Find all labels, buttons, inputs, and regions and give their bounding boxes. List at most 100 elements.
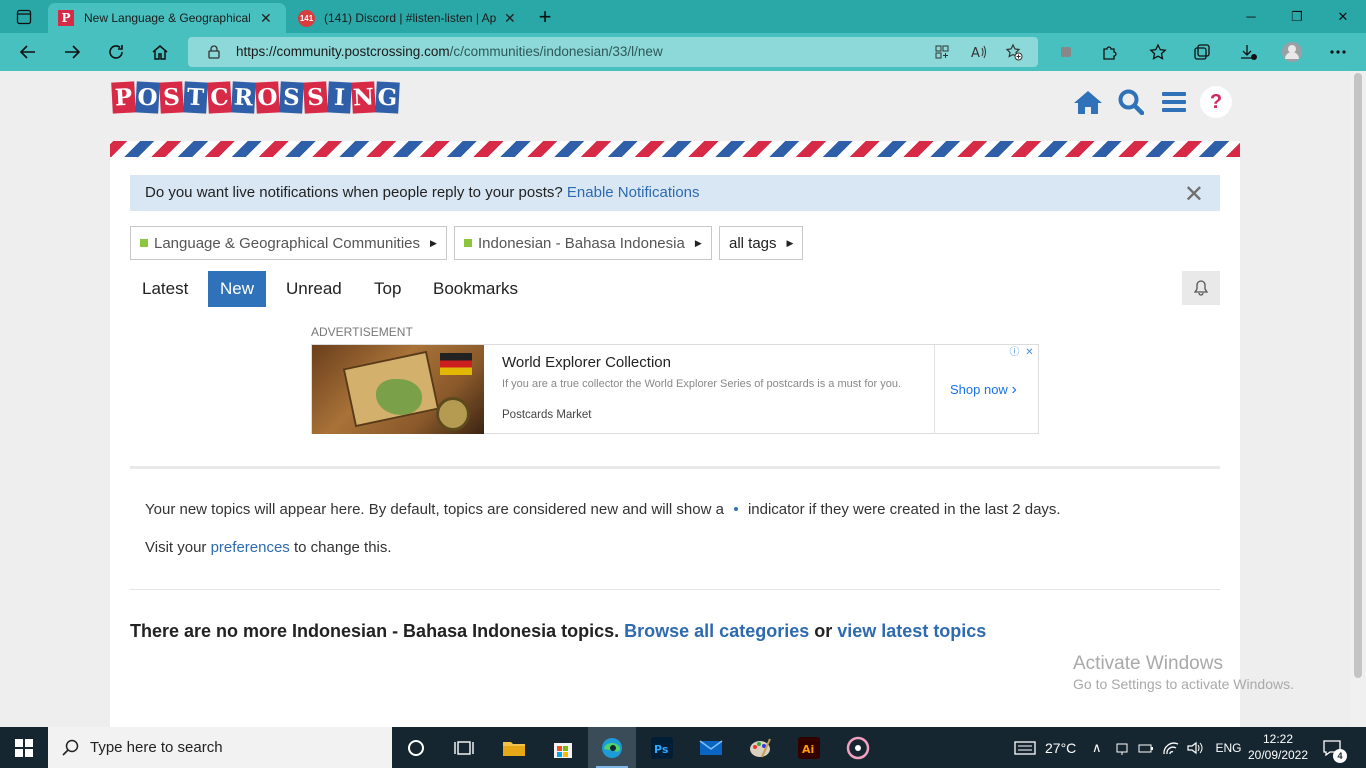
activate-windows-subtitle: Go to Settings to activate Windows. [1073, 676, 1294, 692]
clock-date: 20/09/2022 [1247, 748, 1309, 762]
chevron-up-icon[interactable]: ∧ [1092, 740, 1102, 756]
help-button[interactable]: ? [1200, 86, 1232, 118]
address-bar[interactable]: https://community.postcrossing.com/c/com… [188, 37, 1038, 67]
back-button[interactable] [10, 33, 46, 71]
advertisement[interactable]: World Explorer Collection If you are a t… [311, 344, 1039, 434]
logo-letter: C [207, 81, 232, 114]
chevron-right-icon: › [1011, 381, 1017, 398]
postcrossing-logo[interactable]: P O S T C R O S S I N G [111, 81, 400, 119]
ad-image [312, 345, 484, 434]
home-icon [1074, 91, 1102, 114]
enable-notifications-link[interactable]: Enable Notifications [567, 184, 700, 201]
home-nav-button[interactable] [1072, 86, 1104, 118]
notification-level-button[interactable] [1182, 271, 1220, 305]
tags-dropdown[interactable]: all tags ▶ [719, 226, 804, 260]
ad-close-icon[interactable]: ✕ [1023, 346, 1036, 359]
notification-center-button[interactable]: 4 [1322, 727, 1347, 768]
browse-categories-link[interactable]: Browse all categories [624, 621, 809, 641]
hamburger-menu-button[interactable] [1158, 86, 1190, 118]
app-available-icon[interactable] [934, 44, 950, 60]
extensions-puzzle-icon[interactable] [1090, 33, 1130, 71]
crumb-label: Language & Geographical Communities [154, 234, 420, 252]
mail-app[interactable] [687, 727, 735, 768]
collections-icon[interactable] [1182, 33, 1222, 71]
tab-new[interactable]: New [208, 271, 267, 307]
close-tab-icon[interactable]: ✕ [260, 10, 272, 27]
weather-widget[interactable]: 27°C [1014, 727, 1076, 768]
activate-windows-title: Activate Windows [1073, 653, 1223, 674]
tab-bookmarks[interactable]: Bookmarks [421, 271, 530, 307]
language-indicator[interactable]: ENG [1216, 741, 1242, 755]
microsoft-store-app[interactable] [539, 727, 587, 768]
crumb-label: Indonesian - Bahasa Indonesia [478, 234, 685, 252]
store-bag-icon [554, 742, 572, 758]
ad-flag-shape [440, 353, 472, 375]
close-tab-icon[interactable]: ✕ [504, 10, 516, 27]
refresh-icon [109, 45, 123, 59]
file-explorer-app[interactable] [490, 727, 538, 768]
divider [130, 589, 1220, 590]
illustrator-app[interactable]: Ai [785, 727, 833, 768]
start-button[interactable] [0, 727, 48, 768]
settings-more-icon[interactable] [1318, 33, 1358, 71]
volume-icon[interactable] [1186, 740, 1204, 756]
photoshop-icon: Ps [651, 736, 673, 759]
category-dropdown[interactable]: Language & Geographical Communities ▶ [130, 226, 447, 260]
shop-now-button[interactable]: Shop now › [950, 381, 1017, 399]
logo-letter: O [255, 81, 280, 114]
bell-icon [1194, 280, 1208, 296]
tab-top[interactable]: Top [362, 271, 413, 307]
tab-postcrossing[interactable]: P New Language & Geographical C ✕ [48, 3, 286, 33]
tab-unread[interactable]: Unread [274, 271, 354, 307]
refresh-button[interactable] [98, 33, 134, 71]
wifi-icon[interactable] [1162, 740, 1180, 756]
category-color-square [464, 239, 472, 247]
battery-icon[interactable] [1138, 740, 1154, 756]
system-tray-icons[interactable]: ∧ ENG [1092, 727, 1242, 768]
svg-text:Ai: Ai [802, 743, 814, 756]
taskbar-search[interactable]: Type here to search [48, 727, 392, 768]
new-tab-button[interactable]: + [522, 0, 568, 33]
logo-letter: S [279, 81, 304, 114]
preferences-link[interactable]: preferences [211, 539, 290, 556]
ad-info-icon[interactable]: ⓘ [1008, 346, 1021, 359]
tab-actions-icon[interactable] [6, 0, 42, 33]
extension-icon[interactable] [1046, 33, 1086, 71]
mail-icon [699, 739, 723, 755]
ad-compass-shape [436, 397, 470, 431]
view-latest-link[interactable]: view latest topics [837, 621, 986, 641]
network-device-icon[interactable] [1114, 740, 1130, 756]
favorites-icon[interactable] [1138, 33, 1178, 71]
task-view-button[interactable] [440, 727, 488, 768]
taskbar-clock[interactable]: 12:22 20/09/2022 [1240, 731, 1316, 763]
minimize-button[interactable]: ─ [1228, 0, 1274, 33]
subcategory-dropdown[interactable]: Indonesian - Bahasa Indonesia ▶ [454, 226, 712, 260]
hint-text: to change this. [293, 539, 392, 556]
no-more-topics-message: There are no more Indonesian - Bahasa In… [130, 621, 986, 642]
photoshop-app[interactable]: Ps [638, 727, 686, 768]
search-button[interactable] [1115, 86, 1147, 118]
close-icon[interactable]: ✕ [1184, 180, 1204, 209]
restore-button[interactable]: ❐ [1274, 0, 1320, 33]
profile-avatar-icon[interactable] [1272, 33, 1312, 71]
paint-app[interactable] [736, 727, 784, 768]
home-button[interactable] [142, 33, 178, 71]
media-player-app[interactable] [834, 727, 882, 768]
tab-latest[interactable]: Latest [130, 271, 200, 307]
add-favorite-icon[interactable] [1005, 43, 1023, 61]
ad-choices[interactable]: ⓘ ✕ [1008, 346, 1036, 359]
windows-logo-icon [15, 738, 33, 757]
close-window-button[interactable]: ✕ [1320, 0, 1366, 33]
lock-icon [208, 45, 220, 59]
folder-icon [503, 741, 525, 756]
tab-title: (141) Discord | #listen-listen | Ap [324, 11, 496, 25]
cortana-button[interactable] [392, 727, 440, 768]
downloads-icon[interactable] [1228, 33, 1268, 71]
page-scrollbar[interactable] [1350, 71, 1366, 727]
read-aloud-icon[interactable]: A [970, 44, 988, 60]
tab-discord[interactable]: 141 (141) Discord | #listen-listen | Ap … [290, 3, 528, 33]
ad-title[interactable]: World Explorer Collection [502, 354, 671, 371]
forward-button[interactable] [54, 33, 90, 71]
edge-browser-app[interactable] [588, 727, 636, 768]
scrollbar-thumb[interactable] [1354, 73, 1362, 678]
